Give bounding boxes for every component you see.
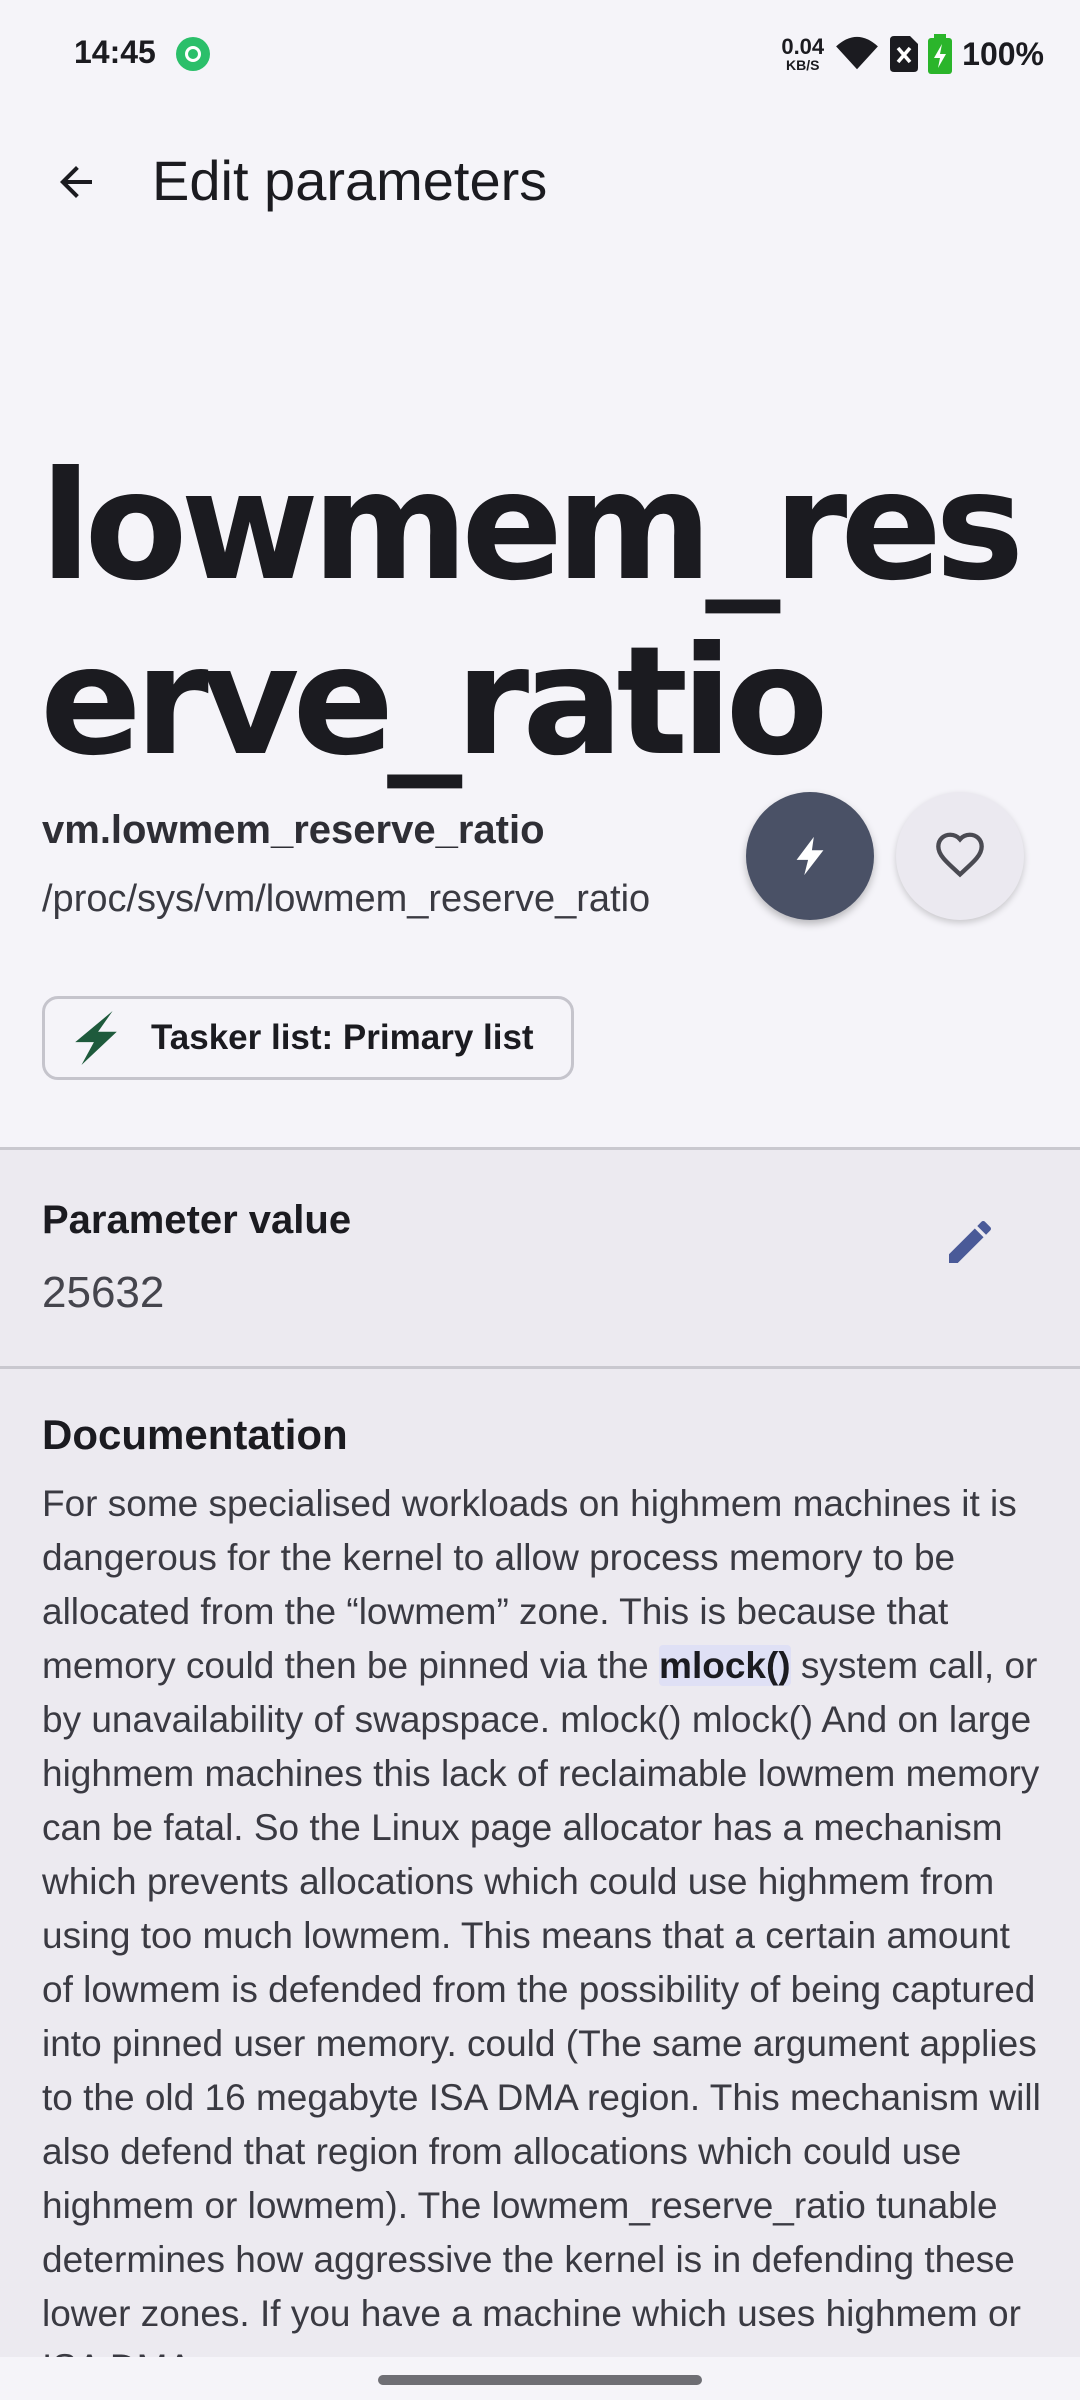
navigation-bar: [0, 2357, 1080, 2400]
documentation-link-mlock[interactable]: mlock(): [659, 1645, 791, 1686]
parameter-value-label: Parameter value: [42, 1198, 352, 1242]
network-speed-value: 0.04: [781, 34, 825, 59]
page-title: Edit parameters: [152, 149, 548, 212]
no-sim-icon: [890, 36, 919, 72]
status-time: 14:45: [74, 34, 156, 70]
gesture-handle[interactable]: [378, 2375, 702, 2385]
arrow-back-icon: [60, 166, 92, 198]
apply-button[interactable]: [746, 792, 874, 920]
network-speed: 0.04 KB/S: [781, 34, 825, 73]
favorite-button[interactable]: [896, 792, 1024, 920]
parameter-display-name: lowmem_reserve_ratio: [40, 440, 1024, 789]
top-app-bar: Edit parameters: [0, 120, 1080, 232]
battery-percent: 100%: [962, 35, 1044, 72]
battery-charging-icon: [928, 34, 953, 74]
status-icons: 0.04 KB/S 100%: [781, 30, 1044, 78]
tasker-list-label: Tasker list: Primary list: [151, 1018, 534, 1057]
parameter-path: /proc/sys/vm/lowmem_reserve_ratio: [42, 878, 651, 920]
sysctl-name: vm.lowmem_reserve_ratio: [42, 808, 545, 852]
edit-value-button[interactable]: [930, 1202, 1010, 1282]
back-button[interactable]: [36, 142, 116, 222]
flash-icon: [796, 836, 824, 876]
documentation-text-part: system call, or by unavailability of swa…: [42, 1645, 1041, 2357]
network-speed-unit: KB/S: [786, 57, 820, 73]
pencil-icon: [949, 1220, 992, 1263]
heart-outline-icon: [936, 832, 984, 878]
wifi-icon: [836, 36, 879, 70]
parameter-value-section: Parameter value 25632: [0, 1150, 1080, 1366]
tasker-list-chip[interactable]: Tasker list: Primary list: [42, 996, 574, 1080]
tasker-bolt-icon: [75, 1011, 117, 1065]
documentation-title: Documentation: [42, 1411, 348, 1458]
status-bar: 14:45 0.04 KB/S 100%: [0, 0, 1080, 110]
parameter-value: 25632: [42, 1268, 165, 1317]
app-notification-icon: [176, 37, 210, 71]
documentation-text: For some specialised workloads on highme…: [42, 1477, 1042, 2357]
documentation-section: Documentation For some specialised workl…: [0, 1369, 1080, 2357]
